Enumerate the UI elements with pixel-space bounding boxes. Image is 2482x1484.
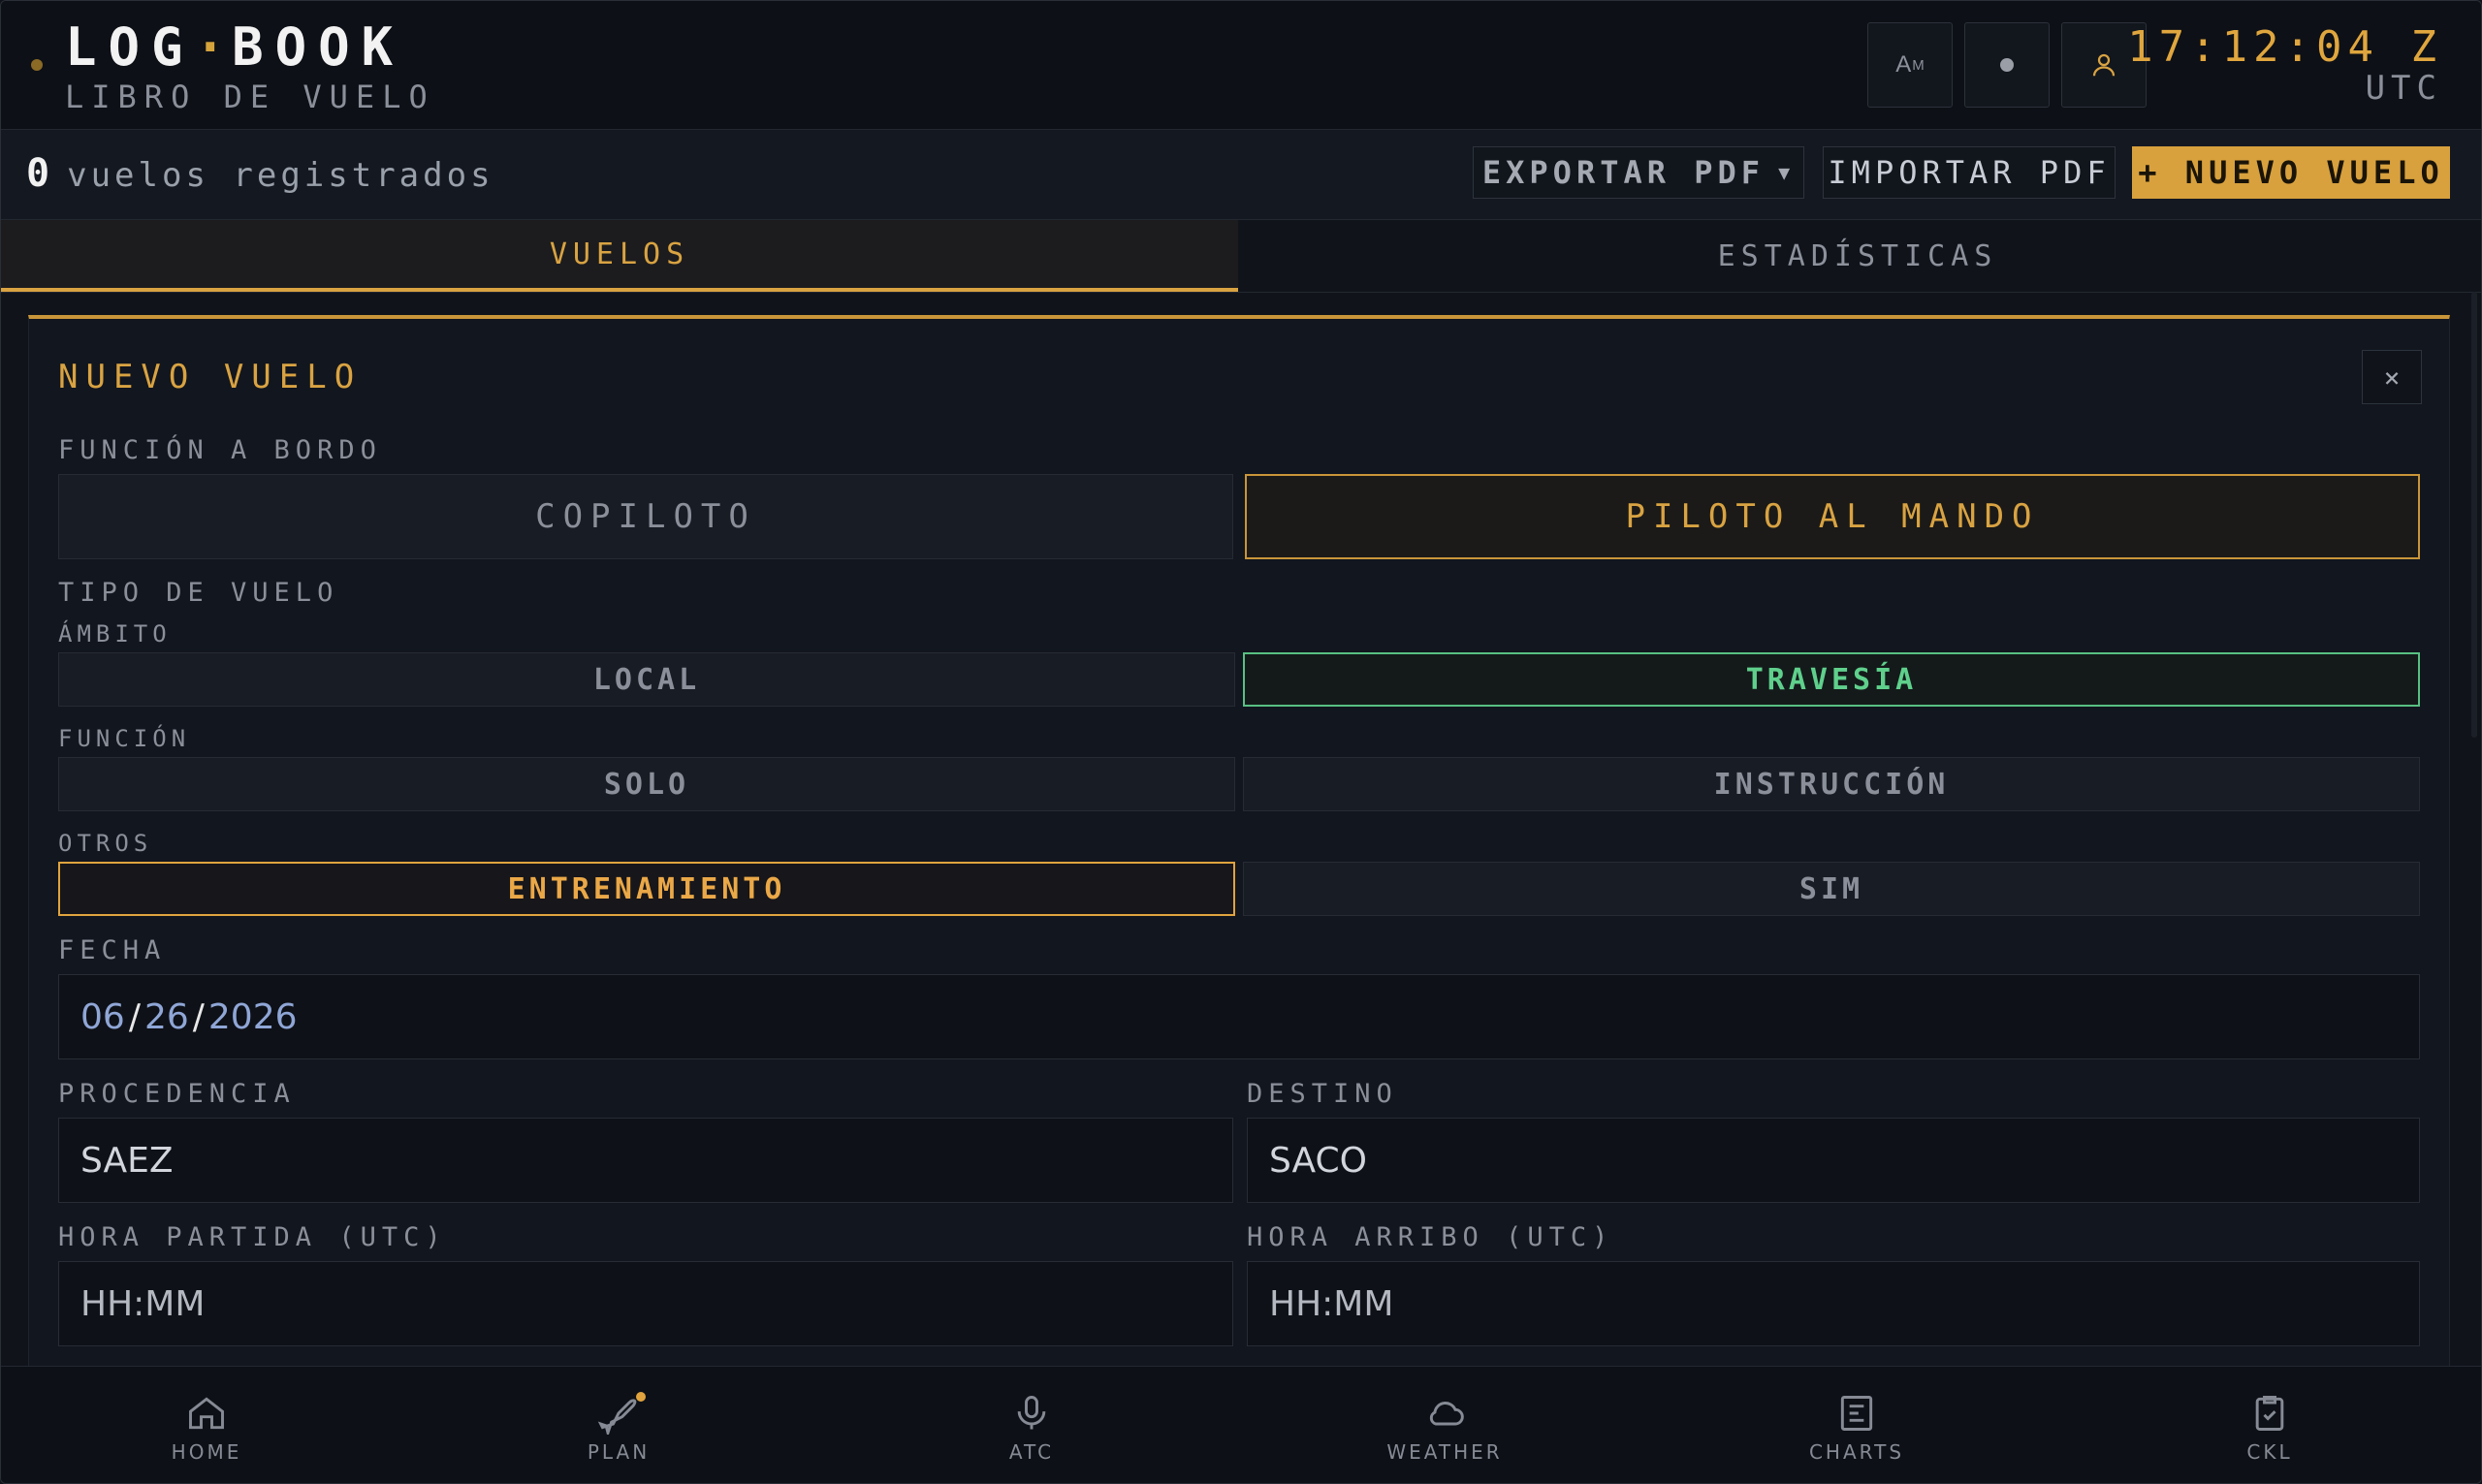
close-button[interactable]: × [2362,350,2422,404]
date-year: 2026 [207,996,298,1037]
cloud-icon [1429,1402,1464,1426]
tab-flights[interactable]: VUELOS [1,220,1238,292]
home-icon [189,1397,224,1430]
flight-count-label: vuelos registrados [67,156,494,195]
theme-toggle-button[interactable] [1964,22,2050,108]
panel-title: NUEVO VUELO [58,358,363,396]
date-field[interactable]: 06/26/2026 [58,974,2420,1059]
nav-plan[interactable]: PLAN [522,1367,716,1483]
nav-charts[interactable]: CHARTS [1760,1367,1954,1483]
checklist-icon [2255,1396,2284,1431]
arrival-time-label: HORA ARRIBO (UTC) [1247,1222,1614,1252]
departure-time-field[interactable]: HH:MM [58,1261,1233,1346]
others-training-option[interactable]: ENTRENAMIENTO [58,862,1235,916]
others-label: OTROS [58,830,153,857]
app-window: LOG·BOOK LIBRO DE VUELO AM 17:12:04 Z UT… [0,0,2482,1484]
date-separator: / [192,996,205,1037]
nav-atc-label: ATC [1008,1440,1055,1464]
app-subtitle: LIBRO DE VUELO [65,79,435,115]
nav-weather[interactable]: WEATHER [1348,1367,1542,1483]
role-label: FUNCIÓN A BORDO [58,435,382,465]
chart-document-icon [1840,1396,1873,1431]
nav-weather-label: WEATHER [1386,1440,1503,1464]
app-title-right: BOOK [232,16,405,78]
status-dot [31,59,43,71]
others-sim-option[interactable]: SIM [1243,862,2420,916]
export-pdf-label: EXPORTAR PDF [1481,154,1766,191]
flight-count-number: 0 [26,151,54,196]
nav-home[interactable]: HOME [110,1367,303,1483]
tab-bar: VUELOS ESTADÍSTICAS [1,220,2481,293]
nav-atc[interactable]: ATC [935,1367,1129,1483]
nav-charts-label: CHARTS [1808,1440,1905,1464]
scrollbar[interactable] [2471,292,2477,738]
nav-checklist-label: CKL [2246,1440,2293,1464]
tab-statistics[interactable]: ESTADÍSTICAS [1239,220,2476,292]
destination-field[interactable]: SACO [1247,1118,2420,1203]
new-flight-panel: NUEVO VUELO × FUNCIÓN A BORDO COPILOTO P… [28,315,2450,1375]
font-size-button[interactable]: AM [1867,22,1953,108]
role-copilot-option[interactable]: COPILOTO [58,474,1233,559]
export-pdf-button[interactable]: EXPORTAR PDF ▼ [1473,146,1804,199]
theme-dot-icon [2000,58,2014,72]
app-title-left: LOG [65,16,195,78]
app-title-separator: · [194,16,233,78]
arrival-time-field[interactable]: HH:MM [1247,1261,2420,1346]
font-size-small-glyph: M [1912,56,1925,74]
utc-clock: 17:12:04 Z [2127,22,2442,72]
chevron-down-icon: ▼ [1778,161,1796,184]
scope-cross-country-option[interactable]: TRAVESÍA [1243,652,2420,707]
font-size-big-glyph: A [1895,51,1912,78]
nav-plan-label: PLAN [587,1440,651,1464]
new-flight-button[interactable]: + NUEVO VUELO [2132,146,2450,199]
flight-type-label: TIPO DE VUELO [58,578,339,608]
origin-label: PROCEDENCIA [58,1079,296,1109]
role-pic-option[interactable]: PILOTO AL MANDO [1245,474,2420,559]
function-instruction-option[interactable]: INSTRUCCIÓN [1243,757,2420,811]
app-header: LOG·BOOK LIBRO DE VUELO AM 17:12:04 Z UT… [1,1,2481,130]
plane-icon [597,1399,637,1435]
destination-label: DESTINO [1247,1079,1398,1109]
scope-label: ÁMBITO [58,620,172,647]
import-pdf-button[interactable]: IMPORTAR PDF [1823,146,2116,199]
user-icon [2092,53,2116,77]
clock-zone: UTC [2365,69,2442,108]
function-label: FUNCIÓN [58,725,191,752]
date-month: 06 [80,996,125,1037]
date-separator: / [128,996,141,1037]
bottom-navigation: HOME PLAN ATC WEATHER CHARTS CKL [1,1366,2481,1483]
date-label: FECHA [58,935,167,965]
origin-field[interactable]: SAEZ [58,1118,1233,1203]
date-day: 26 [143,996,189,1037]
scope-local-option[interactable]: LOCAL [58,652,1235,707]
notification-dot [636,1392,646,1402]
nav-home-label: HOME [171,1440,242,1464]
nav-checklist[interactable]: CKL [2173,1367,2367,1483]
logbook-toolbar: 0 vuelos registrados EXPORTAR PDF ▼ IMPORT… [1,130,2481,220]
app-title: LOG·BOOK [65,16,404,78]
function-solo-option[interactable]: SOLO [58,757,1235,811]
departure-time-label: HORA PARTIDA (UTC) [58,1222,447,1252]
microphone-icon [1017,1396,1046,1430]
flight-count: 0 vuelos registrados [26,151,494,196]
